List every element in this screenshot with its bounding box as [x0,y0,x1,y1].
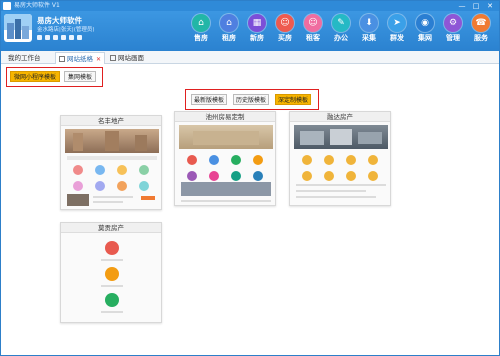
maximize-button[interactable]: □ [469,1,483,11]
nav-label: 采集 [362,34,376,42]
template-banner [65,129,159,153]
nav-item-4[interactable]: ☺ 租客 [300,14,326,43]
tab-strip: 我的工作台 网站纸格 ✕ 网站画面 [1,51,499,64]
tool-icon[interactable] [53,35,58,40]
tab-label: 网站纸格 [67,55,93,63]
subtab-mini-program[interactable]: 微网小程序模板 [10,71,61,82]
nav-item-10[interactable]: ☎ 服务 [468,14,494,43]
nav-item-6[interactable]: ⬇ 采集 [356,14,382,43]
brand-block: 易房大师软件 金水路店|张天|(管理员) [37,16,95,40]
home-icon [105,241,119,255]
template-title: 莫贡房产 [61,223,161,233]
buyer-icon: ☺ [276,14,294,32]
home-sale-icon: ⌂ [192,14,210,32]
tab-workbench[interactable]: 我的工作台 [5,52,44,64]
nav-item-8[interactable]: ◉ 集网 [412,14,438,43]
minimize-button[interactable]: — [455,1,469,11]
template-banner [294,125,388,149]
template-card[interactable]: 莫贡房产 [60,222,162,323]
nav-label: 租客 [306,34,320,42]
mode-latest[interactable]: 最新版模板 [191,94,228,105]
close-button[interactable]: ✕ [483,1,497,11]
nav-label: 办公 [334,34,348,42]
tool-icon[interactable] [77,35,82,40]
nav-label: 集网 [418,34,432,42]
nav-item-5[interactable]: ✎ 办公 [328,14,354,43]
nav-label: 新房 [250,34,264,42]
collect-icon: ⬇ [360,14,378,32]
quick-tools [37,35,95,40]
tenant-icon: ☺ [304,14,322,32]
mode-history[interactable]: 历史版模板 [233,94,270,105]
window-title: 易房大师软件 V1 [14,2,60,9]
app-header: 易房大师软件 金水路店|张天|(管理员) ⌂ 售房 ⌂ 租房 ▦ 新房 ☺ 买房 ☺ 租客 ✎ 办公 ⬇… [1,11,499,51]
nav-label: 买房 [278,34,292,42]
mode-custom[interactable]: 深定制模板 [275,94,312,105]
nav-label: 群发 [390,34,404,42]
template-card[interactable]: 名丰地产 [60,115,162,210]
settings-icon: ⚙ [444,14,462,32]
tab-label: 我的工作台 [8,54,41,62]
home-rent-icon: ⌂ [220,14,238,32]
nav-label: 服务 [474,34,488,42]
tab-website-screen[interactable]: 网站画面 [107,52,147,64]
main-nav: ⌂ 售房 ⌂ 租房 ▦ 新房 ☺ 买房 ☺ 租客 ✎ 办公 ⬇ 采集 ➤ 群发 ◉ 集网 ⚙ 管理 ☎ 服务 [186,14,494,43]
nav-label: 售房 [194,34,208,42]
network-icon: ◉ [416,14,434,32]
template-card[interactable]: 融达房产 [289,111,391,206]
page-icon [59,56,65,62]
tool-icon[interactable] [69,35,74,40]
subtab-network[interactable]: 集网模板 [64,71,97,82]
page-icon [110,55,116,61]
nav-item-1[interactable]: ⌂ 租房 [216,14,242,43]
title-bar: 易房大师软件 V1 — □ ✕ [1,1,499,11]
template-title: 名丰地产 [61,116,161,126]
app-icon [3,2,11,10]
nav-label: 管理 [446,34,460,42]
brand-logo [4,14,32,42]
nav-item-9[interactable]: ⚙ 管理 [440,14,466,43]
tab-website-style[interactable]: 网站纸格 ✕ [55,52,106,64]
template-card[interactable]: 池州房易定制 [174,111,276,206]
nav-item-0[interactable]: ⌂ 售房 [188,14,214,43]
close-tab-icon[interactable]: ✕ [96,56,101,63]
template-title: 融达房产 [290,112,390,122]
service-icon: ☎ [472,14,490,32]
building-icon [105,267,119,281]
nav-item-7[interactable]: ➤ 群发 [384,14,410,43]
tab-label: 网站画面 [118,54,144,62]
tool-icon[interactable] [37,35,42,40]
nav-item-3[interactable]: ☺ 买房 [272,14,298,43]
template-title: 池州房易定制 [175,112,275,122]
template-source-toggle: 微网小程序模板 集网模板 [6,67,103,87]
template-version-toggle: 最新版模板 历史版模板 深定制模板 [185,89,319,110]
nav-item-2[interactable]: ▦ 新房 [244,14,270,43]
template-banner [179,125,273,149]
brand-subtitle: 金水路店|张天|(管理员) [37,27,95,33]
broadcast-icon: ➤ [388,14,406,32]
user-icon [105,293,119,307]
tool-icon[interactable] [61,35,66,40]
tool-icon[interactable] [45,35,50,40]
nav-label: 租房 [222,34,236,42]
building-icon: ▦ [248,14,266,32]
office-icon: ✎ [332,14,350,32]
app-window: 易房大师软件 V1 — □ ✕ 易房大师软件 金水路店|张天|(管理员) ⌂ 售房… [0,0,500,356]
brand-name: 易房大师软件 [37,16,82,25]
